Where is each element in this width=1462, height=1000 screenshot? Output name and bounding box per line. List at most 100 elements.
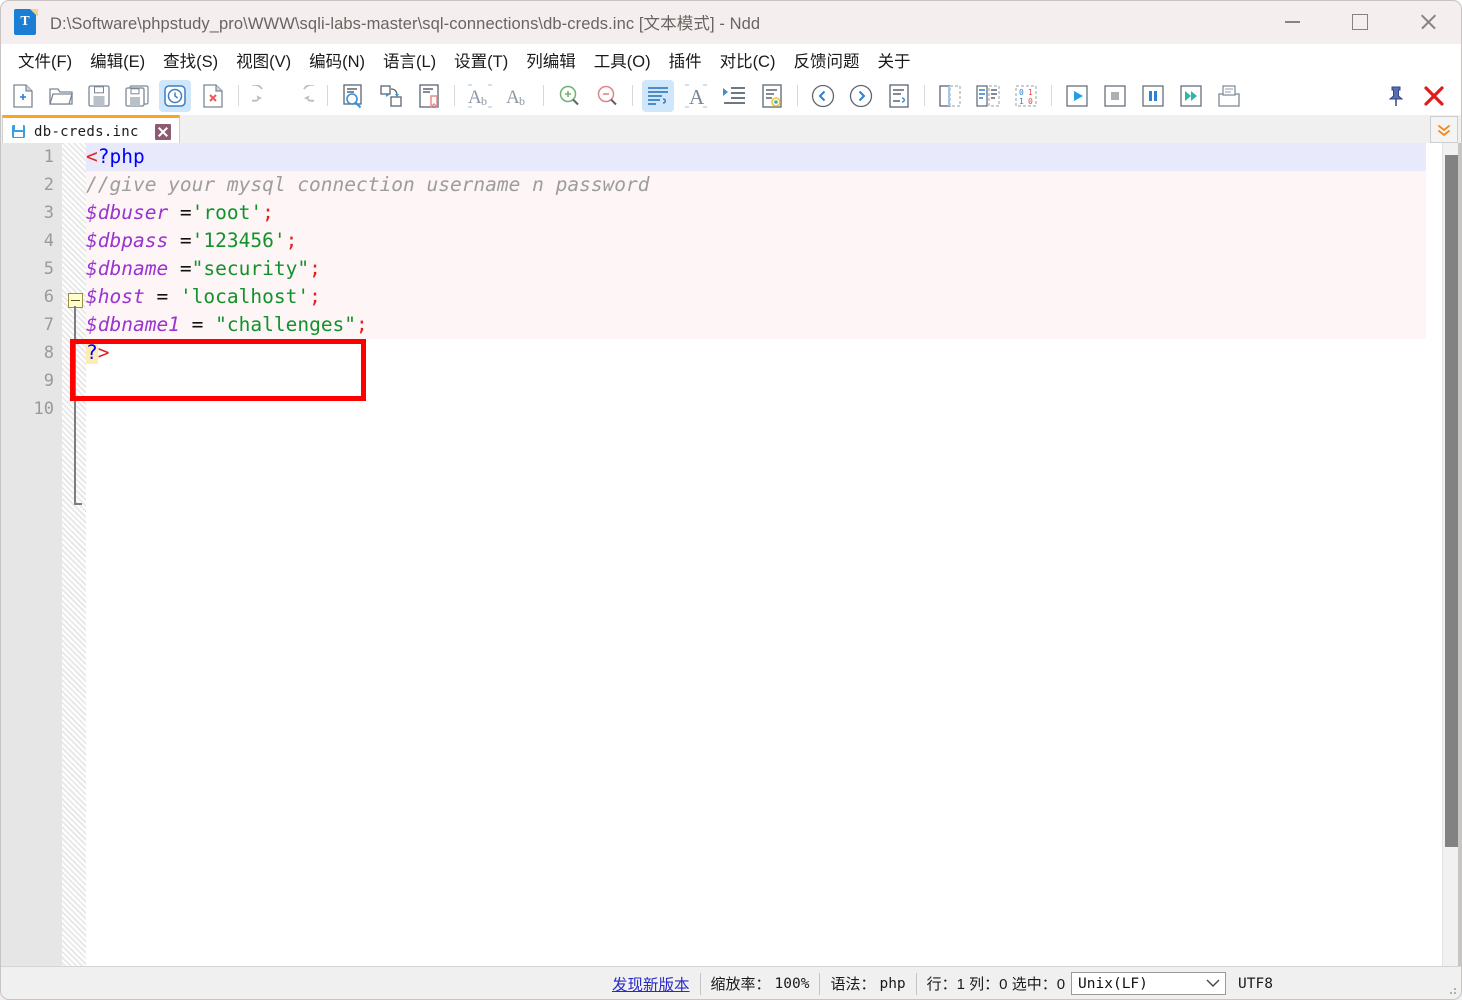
menu-tools[interactable]: 工具(O) [585,45,660,75]
svg-text:A: A [689,85,705,108]
code-line-1: <?php [86,143,1426,171]
zoom-out-icon[interactable] [591,80,623,112]
code-token: ; [309,257,321,280]
tab-db-creds-inc[interactable]: db-creds.inc [2,115,180,145]
toolbar-separator [454,85,455,106]
line-number: 9 [43,371,54,391]
compare-icon[interactable] [972,80,1004,112]
chevron-down-icon [1206,979,1220,987]
binary-icon[interactable]: 0110 [1010,80,1042,112]
status-bar: 发现新版本 缩放率： 100% 语法： php 行：1 列：0 选中：0 Uni… [0,966,1462,1000]
replace-icon[interactable] [375,80,407,112]
menu-view[interactable]: 视图(V) [227,45,300,75]
bookmark-icon[interactable] [413,80,445,112]
menu-feedback[interactable]: 反馈问题 [784,45,868,75]
syntax-label: 语法： [830,976,876,993]
tab-bar: db-creds.inc [0,115,1462,145]
zoom-value: 100% [774,975,810,992]
menu-file[interactable]: 文件(F) [9,45,81,75]
code-token: 'root' [191,201,263,224]
close-file-icon[interactable] [197,80,229,112]
show-symbol-icon[interactable] [756,80,788,112]
save-all-icon[interactable] [121,80,153,112]
line-number: 1 [43,147,54,167]
pause-icon[interactable] [1137,80,1169,112]
stop-icon[interactable] [1099,80,1131,112]
archive-icon[interactable] [1213,80,1245,112]
minimize-icon[interactable] [1258,0,1326,44]
wrap-lines-icon[interactable] [883,80,915,112]
code-token: "security" [191,257,310,280]
show-all-chars-icon[interactable]: A [680,80,712,112]
code-token: ? [86,341,98,364]
menu-language[interactable]: 语言(L) [374,45,445,75]
eol-select[interactable]: Unix(LF) [1071,972,1227,995]
fast-forward-icon[interactable] [1175,80,1207,112]
menu-about[interactable]: 关于 [868,45,919,75]
new-version-link[interactable]: 发现新版本 [612,973,690,995]
window-edge [1458,143,1462,967]
window-title: D:\Software\phpstudy_pro\WWW\sqli-labs-m… [50,15,761,33]
title-bar: T D:\Software\phpstudy_pro\WWW\sqli-labs… [0,0,1462,44]
close-all-icon[interactable] [1418,80,1450,112]
find-in-document-icon[interactable] [337,80,369,112]
code-token: = [191,313,216,336]
split-view-icon[interactable] [934,80,966,112]
code-token: ; [356,313,368,336]
code-token: $dbname1 [86,313,192,336]
code-line-5: $dbname ="security"; [86,255,1426,283]
toolbar: Ab Ab A 0 1 1 0 [0,76,1462,115]
fold-column[interactable] [62,143,86,967]
svg-text:0: 0 [1028,97,1033,106]
new-file-icon[interactable] [7,80,39,112]
redo-icon[interactable] [286,80,318,112]
close-icon[interactable] [1394,0,1462,44]
code-token: > [97,341,110,364]
line-number: 8 [43,343,54,363]
undo-icon[interactable] [248,80,280,112]
code-token: = [179,257,192,280]
save-icon[interactable] [83,80,115,112]
previous-icon[interactable] [807,80,839,112]
code-content[interactable]: <?php //give your mysql connection usern… [86,143,1462,967]
code-line-2: //give your mysql connection username n … [86,171,1426,199]
floppy-save-icon [12,125,25,138]
pin-icon[interactable] [1380,80,1412,112]
tab-close-icon[interactable] [154,123,171,140]
code-line-6: $host = 'localhost'; [86,283,1426,311]
uppercase-icon[interactable]: Ab [502,80,534,112]
menu-plugins[interactable]: 插件 [660,45,711,75]
next-icon[interactable] [845,80,877,112]
encoding-value[interactable]: UTF8 [1238,976,1273,992]
open-folder-icon[interactable] [45,80,77,112]
word-wrap-icon[interactable] [642,79,674,112]
svg-text:0: 0 [1019,88,1024,97]
menu-compare[interactable]: 对比(C) [711,45,785,75]
svg-text:b: b [519,94,525,108]
double-chevron-down-icon[interactable] [1430,116,1458,143]
run-icon[interactable] [1061,80,1093,112]
code-token: //give your mysql connection username n … [86,173,650,196]
menu-settings[interactable]: 设置(T) [445,45,517,75]
code-editor[interactable]: 1 2 3 4 5 6 7 8 9 10 <?php //give your m… [0,143,1462,967]
code-token: ; [262,201,274,224]
toolbar-separator [797,85,798,106]
zoom-in-icon[interactable] [553,80,585,112]
fold-collapse-icon[interactable] [68,293,83,308]
menu-encoding[interactable]: 编码(N) [300,45,374,75]
toolbar-separator [632,85,633,106]
svg-text:A: A [506,87,520,108]
code-token: ; [285,229,298,252]
indent-icon[interactable] [718,80,750,112]
menu-search[interactable]: 查找(S) [154,45,227,75]
fold-guide-foot [74,503,82,505]
menu-edit[interactable]: 编辑(E) [81,45,154,75]
resize-grip[interactable] [1446,984,1458,996]
menu-column-edit[interactable]: 列编辑 [517,45,585,75]
session-clock-icon[interactable] [159,79,191,112]
syntax-value[interactable]: php [879,976,905,992]
maximize-icon[interactable] [1326,0,1394,44]
status-separator [915,972,917,995]
lowercase-icon[interactable]: Ab [464,80,496,112]
code-token: $dbpass [86,229,180,252]
